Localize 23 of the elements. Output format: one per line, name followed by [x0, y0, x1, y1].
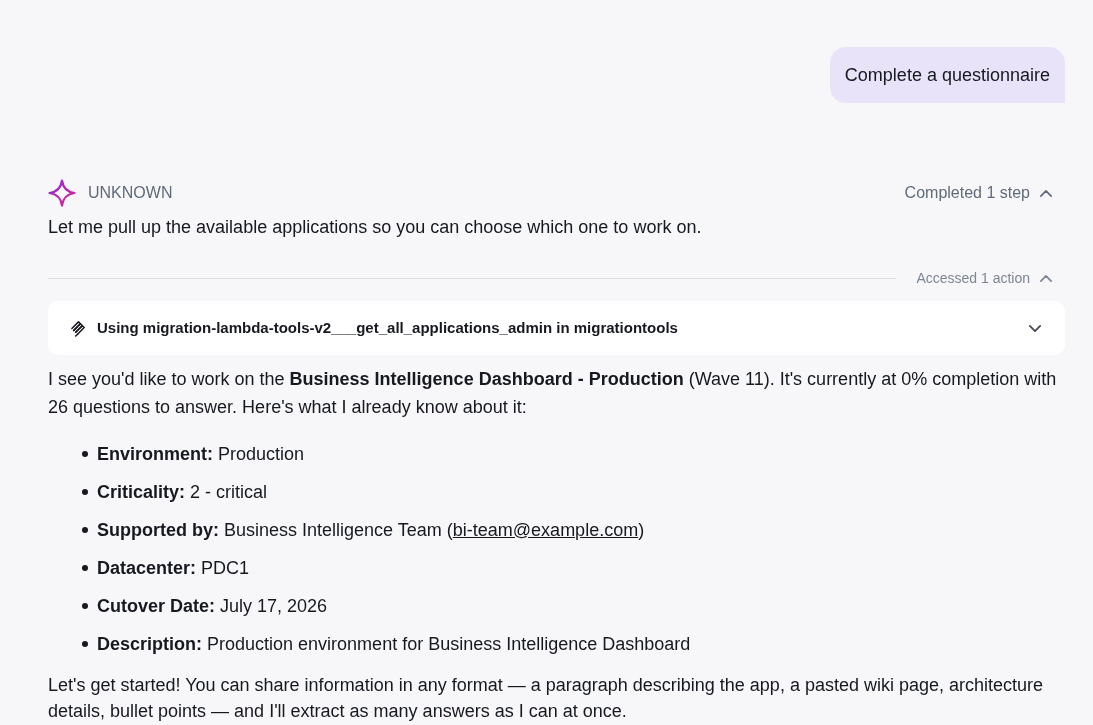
steps-toggle[interactable]: Completed 1 step [904, 181, 1052, 205]
tool-icon [70, 319, 87, 337]
tool-call-card[interactable]: Using migration-lambda-tools-v2___get_all_applications_admin in migrationtools [48, 301, 1065, 355]
bullet-icon [82, 603, 88, 609]
summary-text: I see you'd like to work on the Business Intelligence Dashboard - Production (Wave 11). It's currently at 0% completion with 26 questions to answer. Here's what I already know about it: [48, 368, 1058, 419]
detail-item: Criticality: 2 - critical [97, 481, 268, 504]
detail-item: Environment: Production [97, 443, 305, 466]
detail-item: Description: Production environment for Business Intelligence Dashboard [97, 633, 691, 656]
closing-text: Let's get started! You can share information in any format — a paragraph describing the app, a pasted wiki page, architecture details, bullet points — and I'll extract as many answers as I can at once. [48, 674, 1045, 723]
bullet-icon [82, 641, 88, 647]
email-link[interactable]: bi-team@example.com [452, 520, 639, 540]
intro-text: Let me pull up the available applications so you can choose which one to work on. [48, 216, 703, 239]
bullet-icon [82, 527, 88, 533]
actions-toggle[interactable]: Accessed 1 action [916, 267, 1052, 289]
sparkle-icon [48, 179, 76, 207]
detail-item: Cutover Date: July 17, 2026 [97, 595, 328, 618]
bullet-icon [82, 489, 88, 495]
detail-item: Datacenter: PDC1 [97, 557, 250, 580]
bullet-icon [82, 451, 88, 457]
user-message-bubble: Complete a questionnaire [829, 47, 1065, 103]
detail-item: Supported by: Business Intelligence Team (bi-team@example.com) [97, 519, 645, 542]
bullet-icon [82, 565, 88, 571]
assistant-name: UNKNOWN [88, 183, 173, 203]
